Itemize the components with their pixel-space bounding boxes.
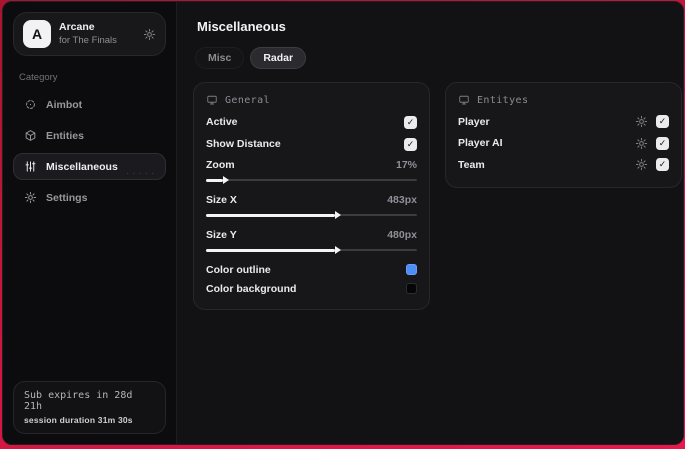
subscription-expiry: Sub expires in 28d 21h <box>24 390 133 412</box>
slider-value: 17% <box>395 158 417 171</box>
entities-panel-header: Entityes <box>458 94 669 106</box>
slider-fill <box>206 246 341 254</box>
panels-row: General Active Show Distance Zoom 17% <box>193 82 682 310</box>
entity-controls <box>635 158 669 172</box>
toggle-row-show-distance: Show Distance <box>206 133 417 155</box>
color-label: Color background <box>206 282 297 295</box>
cube-icon <box>24 129 37 142</box>
category-label: Category <box>19 72 58 83</box>
sidebar-item-label: Entities <box>46 129 84 142</box>
slider-row-size-x: Size X 483px <box>206 190 417 209</box>
sidebar-item-settings[interactable]: Settings <box>13 184 166 211</box>
size-x-slider[interactable] <box>206 210 417 220</box>
subscription-card: Sub expires in 28d 21h session duration … <box>13 381 166 434</box>
color-background-swatch[interactable] <box>406 283 417 294</box>
slider-track <box>206 179 417 181</box>
monitor-icon <box>458 94 470 106</box>
tab-misc[interactable]: Misc <box>195 47 245 69</box>
color-row-background: Color background <box>206 279 417 298</box>
app-window: A Arcane for The Finals Category Aimbot <box>2 1 684 445</box>
entity-label: Player AI <box>458 137 503 150</box>
avatar: A <box>23 20 51 48</box>
general-panel: General Active Show Distance Zoom 17% <box>193 82 430 310</box>
profile-card[interactable]: A Arcane for The Finals <box>13 12 166 56</box>
sidebar: A Arcane for The Finals Category Aimbot <box>3 2 177 444</box>
entity-label: Team <box>458 158 485 171</box>
gear-icon <box>24 191 37 204</box>
monitor-icon <box>206 94 218 106</box>
entity-controls <box>635 115 669 129</box>
general-panel-header: General <box>206 94 417 106</box>
slider-label: Size X <box>206 193 237 206</box>
sidebar-item-label: Aimbot <box>46 98 83 111</box>
player-ai-checkbox[interactable] <box>656 136 669 150</box>
size-y-slider[interactable] <box>206 245 417 255</box>
sidebar-item-miscellaneous[interactable]: Miscellaneous <box>13 153 166 180</box>
gear-icon[interactable] <box>143 28 156 41</box>
sliders-icon <box>24 160 37 173</box>
color-outline-swatch[interactable] <box>406 264 417 275</box>
general-panel-title: General <box>225 94 270 106</box>
crosshair-icon <box>24 98 37 111</box>
player-checkbox[interactable] <box>656 115 669 129</box>
gear-icon[interactable] <box>635 137 648 150</box>
entity-label: Player <box>458 115 490 128</box>
slider-fill <box>206 211 341 219</box>
toggle-label: Show Distance <box>206 138 281 150</box>
profile-name: Arcane <box>59 21 95 33</box>
main-content: Miscellaneous Misc Radar General Active … <box>177 2 683 444</box>
session-duration: session duration 31m 30s <box>24 415 133 425</box>
team-checkbox[interactable] <box>656 158 669 172</box>
entity-row-player-ai: Player AI <box>458 133 669 155</box>
entity-row-player: Player <box>458 111 669 133</box>
color-row-outline: Color outline <box>206 260 417 279</box>
slider-value: 480px <box>387 228 417 241</box>
sidebar-item-label: Settings <box>46 191 88 204</box>
tab-bar: Misc Radar <box>195 47 682 69</box>
entity-controls <box>635 136 669 150</box>
entities-panel: Entityes Player P <box>445 82 682 188</box>
show-distance-checkbox[interactable] <box>404 137 417 151</box>
entity-row-team: Team <box>458 154 669 176</box>
profile-text: Arcane for The Finals <box>59 21 135 47</box>
sidebar-item-label: Miscellaneous <box>46 160 118 173</box>
entities-panel-title: Entityes <box>477 94 529 106</box>
slider-row-size-y: Size Y 480px <box>206 225 417 244</box>
slider-row-zoom: Zoom 17% <box>206 155 417 174</box>
slider-value: 483px <box>387 193 417 206</box>
sidebar-item-entities[interactable]: Entities <box>13 122 166 149</box>
gear-icon[interactable] <box>635 115 648 128</box>
slider-label: Zoom <box>206 158 235 171</box>
sidebar-item-aimbot[interactable]: Aimbot <box>13 91 166 118</box>
color-label: Color outline <box>206 263 271 276</box>
zoom-slider[interactable] <box>206 175 417 185</box>
slider-label: Size Y <box>206 228 237 241</box>
profile-subtitle: for The Finals <box>59 34 117 46</box>
toggle-label: Active <box>206 116 238 128</box>
slider-fill <box>206 176 229 184</box>
tab-radar[interactable]: Radar <box>250 47 307 69</box>
page-title: Miscellaneous <box>197 19 286 34</box>
gear-icon[interactable] <box>635 158 648 171</box>
active-checkbox[interactable] <box>404 115 417 129</box>
toggle-row-active: Active <box>206 111 417 133</box>
